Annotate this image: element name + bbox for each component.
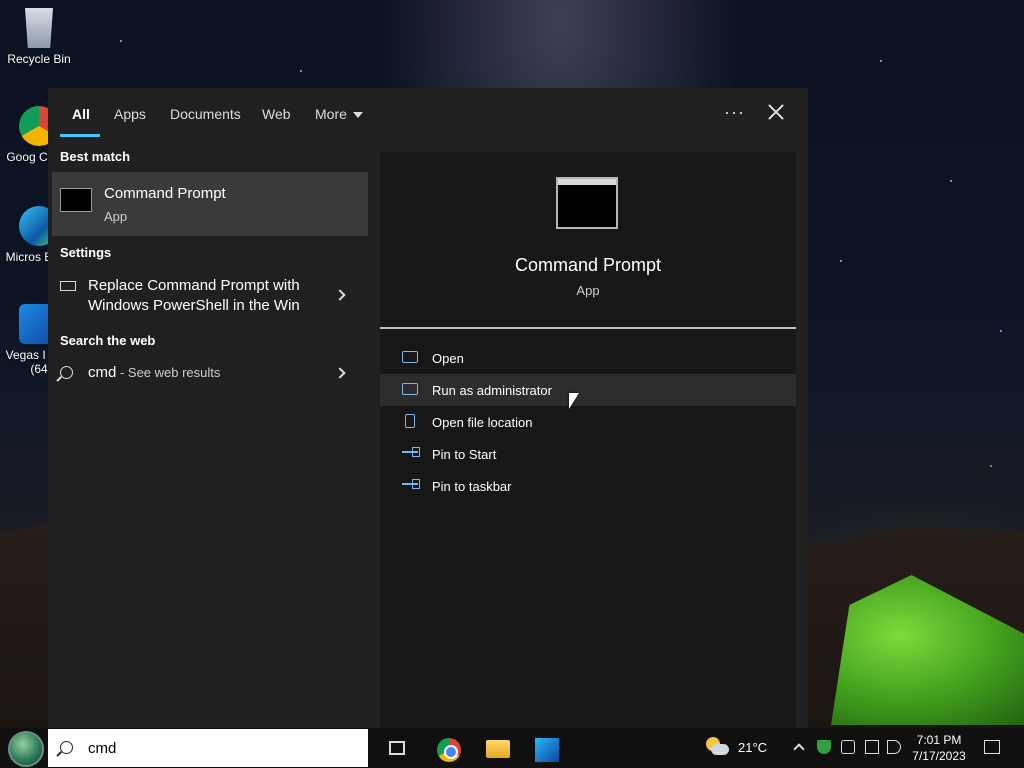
file-location-icon xyxy=(405,414,415,428)
more-options-button[interactable]: ··· xyxy=(724,102,745,123)
clock-time: 7:01 PM xyxy=(916,733,962,747)
active-tab-indicator xyxy=(60,134,100,137)
command-prompt-large-icon xyxy=(556,177,618,229)
star xyxy=(880,60,882,62)
notifications-icon[interactable] xyxy=(984,740,1000,754)
clock-date: 7/17/2023 xyxy=(912,749,966,763)
action-pin-to-taskbar[interactable]: Pin to taskbar xyxy=(380,470,796,502)
taskbar-search-input[interactable]: cmd xyxy=(48,729,368,767)
search-input-text: cmd xyxy=(88,740,117,757)
tab-apps[interactable]: Apps xyxy=(114,106,146,122)
desktop-icon-recycle-bin[interactable]: Recycle Bin xyxy=(4,8,74,66)
action-label: Run as administrator xyxy=(432,383,552,398)
tab-web[interactable]: Web xyxy=(262,106,291,122)
star xyxy=(1000,330,1002,332)
task-view-icon[interactable] xyxy=(389,741,405,755)
search-tabs: All Apps Documents Web More ··· xyxy=(48,88,808,138)
security-icon[interactable] xyxy=(817,740,831,754)
search-icon xyxy=(60,366,73,379)
network-icon[interactable] xyxy=(865,740,879,754)
action-run-as-administrator[interactable]: Run as administrator xyxy=(380,374,796,406)
meet-now-icon[interactable] xyxy=(841,740,855,754)
web-hint: - See web results xyxy=(116,365,221,380)
best-match-subtitle: App xyxy=(104,209,128,224)
tab-more[interactable]: More xyxy=(315,106,363,122)
settings-result[interactable]: Replace Command Prompt with Windows Powe… xyxy=(52,272,368,320)
results-list: Best match Command Prompt App Settings R… xyxy=(48,144,368,728)
system-clock[interactable]: 7:01 PM 7/17/2023 xyxy=(905,732,973,764)
command-prompt-icon xyxy=(60,188,92,212)
web-search-result[interactable]: cmd - See web results xyxy=(52,360,368,390)
section-label-best-match: Best match xyxy=(60,149,131,164)
result-detail-pane: Command Prompt App Open Run as administr… xyxy=(380,152,796,728)
chevron-down-icon xyxy=(352,112,363,119)
chrome-taskbar-icon[interactable] xyxy=(437,738,461,762)
monitor-icon xyxy=(60,281,76,291)
best-match-result[interactable]: Command Prompt App xyxy=(52,172,368,236)
settings-result-line: Replace Command Prompt with xyxy=(88,277,300,294)
settings-result-text: Replace Command Prompt with Windows Powe… xyxy=(88,276,328,316)
star xyxy=(990,465,992,467)
detail-subtitle: App xyxy=(576,283,600,298)
detail-title: Command Prompt xyxy=(514,255,662,275)
best-match-title: Command Prompt xyxy=(104,185,226,202)
search-icon xyxy=(60,741,73,754)
action-label: Open file location xyxy=(432,415,533,430)
weather-temperature[interactable]: 21°C xyxy=(738,740,767,755)
web-search-text: cmd - See web results xyxy=(88,364,220,381)
web-query: cmd xyxy=(88,364,117,381)
star xyxy=(840,260,842,262)
taskbar: cmd 21°C 7:01 PM 7/17/2023 xyxy=(0,728,1024,768)
pin-icon xyxy=(402,480,420,488)
vegas-taskbar-icon[interactable] xyxy=(535,738,559,762)
volume-muted-icon[interactable] xyxy=(887,740,901,754)
shield-icon xyxy=(402,383,418,395)
close-icon[interactable] xyxy=(764,100,788,124)
desktop-icon-label: Recycle Bin xyxy=(7,52,71,66)
tab-more-label: More xyxy=(315,106,347,122)
tab-documents[interactable]: Documents xyxy=(170,106,241,122)
action-label: Open xyxy=(432,351,464,366)
section-label-search-web: Search the web xyxy=(60,333,156,348)
action-pin-to-start[interactable]: Pin to Start xyxy=(380,438,796,470)
pin-icon xyxy=(402,448,420,456)
recycle-bin-icon xyxy=(25,8,53,48)
open-icon xyxy=(402,351,418,363)
search-panel: All Apps Documents Web More ··· Best mat… xyxy=(48,88,808,728)
action-label: Pin to taskbar xyxy=(432,479,512,494)
settings-result-line: Windows PowerShell in the Win xyxy=(88,297,300,314)
tab-all[interactable]: All xyxy=(72,106,90,122)
mouse-cursor xyxy=(569,393,579,409)
chevron-up-icon[interactable] xyxy=(793,743,805,755)
file-explorer-icon[interactable] xyxy=(486,740,510,758)
action-open-file-location[interactable]: Open file location xyxy=(380,406,796,438)
chevron-right-icon[interactable] xyxy=(334,289,346,301)
star xyxy=(300,70,302,72)
star xyxy=(950,180,952,182)
action-label: Pin to Start xyxy=(432,447,497,462)
start-button[interactable] xyxy=(8,731,44,767)
section-label-settings: Settings xyxy=(60,245,112,260)
star xyxy=(120,40,122,42)
chevron-right-icon[interactable] xyxy=(334,367,346,379)
weather-icon[interactable] xyxy=(706,737,730,757)
divider xyxy=(380,327,796,329)
action-open[interactable]: Open xyxy=(380,342,796,374)
